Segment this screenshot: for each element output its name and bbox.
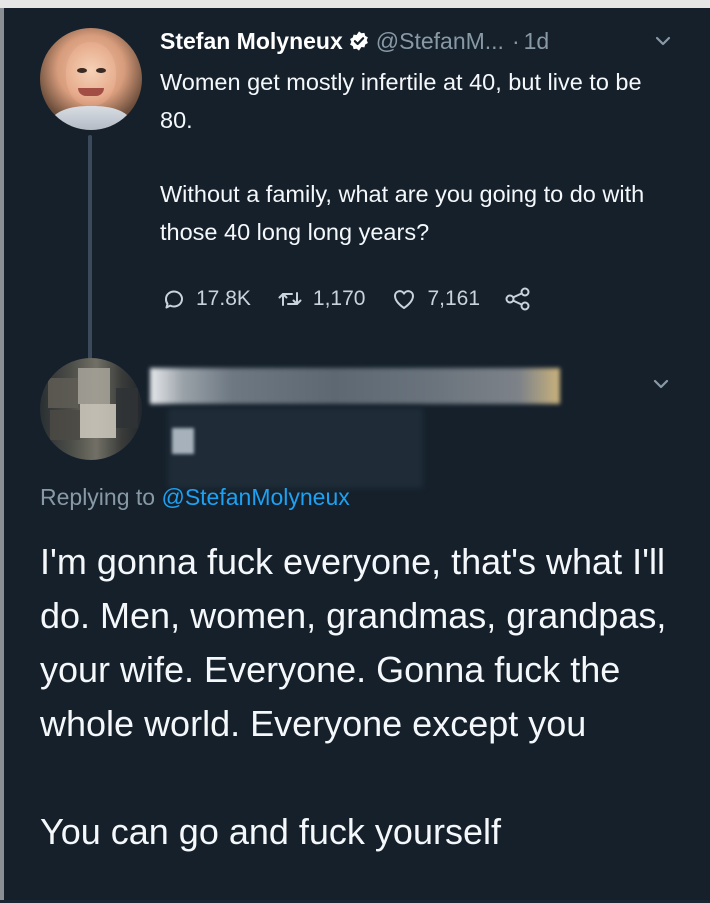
screenshot-left-edge — [0, 8, 4, 903]
tweet-actions: 17.8K 1,170 7,161 — [162, 282, 532, 316]
author-handle[interactable]: @StefanM... — [376, 28, 504, 55]
avatar-mouth — [78, 88, 104, 96]
avatar-pixel-block — [80, 404, 116, 438]
thread-connector-line — [88, 135, 92, 360]
header-separator: · — [511, 27, 520, 54]
author-name[interactable]: Stefan Molyneux — [160, 28, 343, 55]
reply-paragraph: You can go and fuck yourself — [40, 811, 501, 852]
redacted-username — [150, 368, 560, 404]
redacted-emoji — [172, 428, 194, 454]
retweet-count: 1,170 — [312, 287, 366, 310]
verified-badge-icon — [348, 30, 370, 52]
tweet-timestamp[interactable]: 1d — [524, 28, 550, 55]
tweet-header: Stefan Molyneux @StefanM... · 1d — [160, 26, 549, 56]
author-avatar[interactable] — [40, 28, 142, 130]
like-count: 7,161 — [427, 287, 481, 310]
share-button[interactable] — [504, 287, 532, 311]
reply-count: 17.8K — [196, 287, 251, 310]
avatar-shirt — [50, 106, 132, 130]
share-icon — [504, 287, 532, 311]
tweet-paragraph: Without a family, what are you going to … — [160, 181, 645, 245]
reply-button[interactable]: 17.8K — [162, 287, 251, 311]
reply-body: I'm gonna fuck everyone, that's what I'l… — [40, 535, 690, 859]
replying-to-line: Replying to @StefanMolyneux — [40, 484, 350, 511]
avatar-pixel-block — [48, 378, 78, 408]
avatar-pixel-block — [78, 368, 110, 404]
avatar-face — [66, 42, 116, 106]
avatar-pixel-block — [50, 410, 80, 440]
avatar-pixel-block — [116, 388, 138, 428]
screenshot-top-edge — [0, 0, 710, 8]
replying-to-mention-link[interactable]: @StefanMolyneux — [161, 484, 349, 510]
chevron-down-icon[interactable] — [650, 373, 672, 395]
redacted-handle — [168, 408, 423, 488]
reply-bubble-icon — [162, 287, 186, 311]
tweet-paragraph: Women get mostly infertile at 40, but li… — [160, 69, 642, 133]
retweet-button[interactable]: 1,170 — [277, 287, 366, 311]
chevron-down-icon[interactable] — [652, 30, 674, 52]
avatar-eye — [96, 68, 106, 73]
replying-to-prefix: Replying to — [40, 484, 156, 510]
like-button[interactable]: 7,161 — [391, 287, 480, 311]
retweet-icon — [277, 287, 303, 311]
tweet-body: Women get mostly infertile at 40, but li… — [160, 63, 680, 251]
replier-avatar[interactable] — [40, 358, 142, 460]
reply-paragraph: I'm gonna fuck everyone, that's what I'l… — [40, 541, 667, 744]
avatar-eye — [77, 68, 87, 73]
heart-icon — [391, 287, 417, 311]
